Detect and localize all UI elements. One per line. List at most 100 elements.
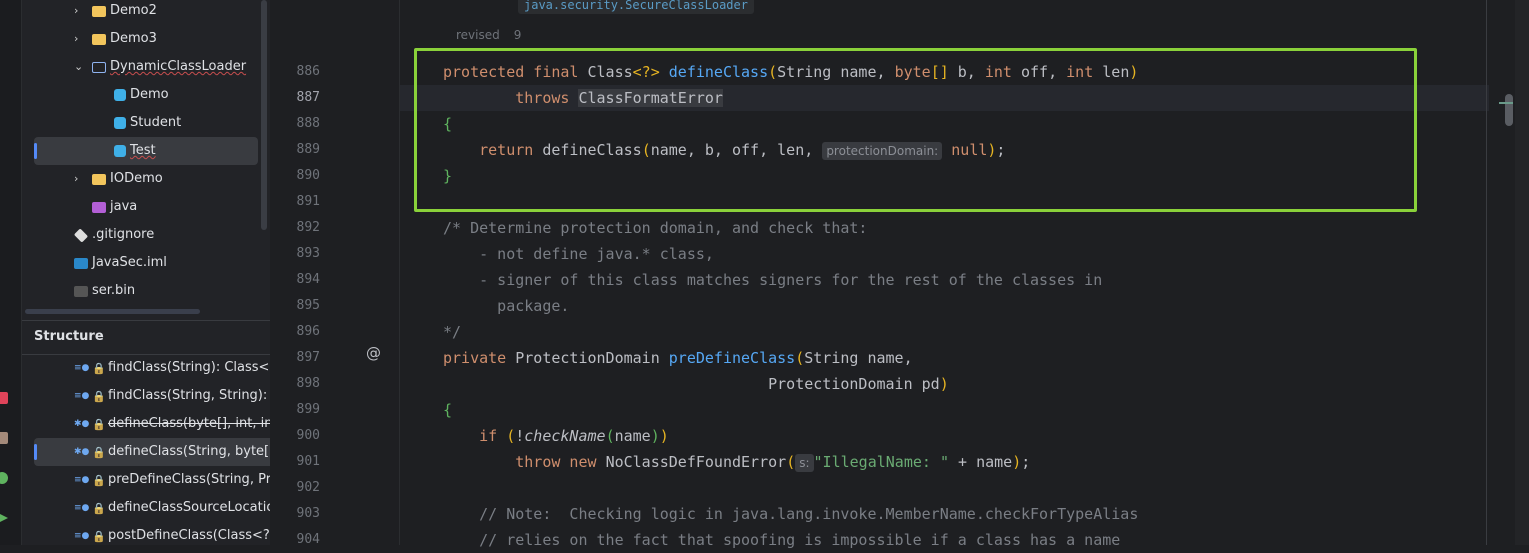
structure-item-label: defineClassSourceLocation(ProtectionDoma… [108, 500, 270, 515]
tree-item[interactable]: Demo [34, 81, 258, 109]
code-line[interactable]: protected final Class<?> defineClass(Str… [443, 59, 1138, 85]
git-file-icon [73, 228, 89, 243]
structure-item[interactable]: ≡● 🔒 findClass(String): Class<?> [34, 354, 270, 382]
code-token: int [1066, 63, 1094, 81]
code-token: ) [659, 427, 669, 445]
code-token: String name, [804, 349, 913, 367]
code-line[interactable]: private ProtectionDomain preDefineClass(… [443, 345, 913, 371]
code-token: off, [1011, 63, 1067, 81]
tree-item[interactable]: ser.bin [34, 277, 258, 305]
code-token: ( [786, 453, 796, 471]
chevron-down-icon[interactable]: ⌄ [74, 53, 83, 81]
code-line[interactable]: throw new NoClassDefFoundError(s: "Illega… [443, 449, 1030, 475]
annotation-gutter-icon[interactable]: @ [366, 344, 381, 362]
package-icon [92, 62, 106, 73]
chevron-right-icon[interactable]: › [74, 165, 78, 193]
line-number: 887 [296, 90, 320, 105]
chevron-right-icon[interactable]: › [74, 0, 78, 25]
code-token: // Note: Checking logic in java.lang.inv… [443, 505, 1139, 523]
code-line[interactable]: */ [443, 319, 461, 345]
editor-scrollbar-track[interactable] [1515, 0, 1529, 545]
code-token: byte [894, 63, 931, 81]
tool-window-strip [0, 0, 22, 545]
tree-item[interactable]: › Demo3 [34, 25, 258, 53]
tree-item[interactable]: ⌄ DynamicClassLoader [34, 53, 258, 81]
code-token: ProtectionDomain [515, 349, 669, 367]
code-line[interactable]: package. [443, 293, 569, 319]
line-number: 890 [296, 168, 320, 183]
code-token: ) [650, 427, 660, 445]
class-icon [114, 117, 126, 129]
tree-item[interactable]: .gitignore [34, 221, 258, 249]
code-token: } [443, 167, 453, 185]
chevron-right-icon[interactable]: › [74, 25, 78, 53]
line-number: 900 [296, 428, 320, 443]
project-tree-scrollbar[interactable] [261, 0, 267, 230]
structure-item[interactable]: ≡●🔒postDefineClass(Class<?>, ProtectionD… [34, 522, 270, 550]
code-token: ) [939, 375, 949, 393]
code-token: Class [587, 63, 633, 81]
line-number: 892 [296, 220, 320, 235]
editor-scrollbar-thumb[interactable] [1505, 94, 1513, 126]
tree-item[interactable]: Student [34, 109, 258, 137]
code-line[interactable]: // Note: Checking logic in java.lang.inv… [443, 501, 1138, 527]
code-editor[interactable]: 886 887 888 889 890 891 892 893 894 895 896 897 898 8… [270, 0, 1529, 549]
line-number: 893 [296, 246, 320, 261]
tree-item-label: .gitignore [92, 227, 155, 242]
structure-panel: Structure ≡● 🔒 findClass(String): Class<?>… [22, 320, 270, 545]
structure-item[interactable]: ≡●🔒findClass(String, String): Class<?> [34, 382, 270, 410]
line-number: 896 [296, 324, 320, 339]
tree-item[interactable]: Test [34, 137, 258, 165]
code-line[interactable]: { [443, 397, 452, 423]
class-icon [114, 89, 126, 101]
code-line[interactable]: } [443, 163, 452, 189]
structure-item-label: findClass(String, String): Class<?> [108, 388, 270, 403]
tree-item[interactable]: JavaSec.iml [34, 249, 258, 277]
code-token: // relies on the fact that spoofing is i… [443, 531, 1121, 549]
method-icon: ≡● [74, 363, 90, 373]
structure-item[interactable]: ✱●🔒defineClass(String, byte[], int, int)… [34, 438, 270, 466]
tree-item[interactable]: › IODemo [34, 165, 258, 193]
code-line[interactable]: - signer of this class matches signers f… [443, 267, 1102, 293]
code-token: + name [948, 453, 1013, 471]
run-icon[interactable] [0, 512, 8, 524]
code-line[interactable]: - not define java.* class, [443, 241, 714, 267]
code-line[interactable]: ProtectionDomain pd) [443, 371, 949, 397]
code-line[interactable]: if (!checkName(name)) [443, 423, 669, 449]
structure-item[interactable]: ≡●🔒defineClassSourceLocation(ProtectionD… [34, 494, 270, 522]
code-token: String name, [777, 63, 895, 81]
tree-item-label: Test [130, 143, 156, 158]
tree-item[interactable]: java [34, 193, 258, 221]
doc-tooltip: java.security.SecureClassLoader [518, 0, 754, 14]
code-token: /* Determine protection domain, and chec… [443, 219, 868, 237]
code-token: ClassFormatError [578, 89, 723, 107]
scroll-marker [1499, 102, 1513, 104]
gear-icon[interactable] [0, 472, 8, 484]
tree-item-label: Demo [130, 87, 169, 102]
code-line[interactable]: { [443, 111, 452, 137]
code-line[interactable]: /* Determine protection domain, and chec… [443, 215, 867, 241]
project-tree-hscrollbar[interactable] [25, 309, 200, 314]
structure-item[interactable]: ✱●🔒defineClass(byte[], int, int): Class<… [34, 410, 270, 438]
code-line[interactable]: throws ClassFormatError [443, 85, 723, 111]
code-token: NoClassDefFoundError [605, 453, 787, 471]
tree-item[interactable]: › Demo2 [34, 0, 258, 25]
right-margin-guide [1486, 0, 1487, 545]
code-token: null [942, 141, 988, 159]
code-line[interactable]: return defineClass(name, b, off, len, pr… [443, 137, 1005, 163]
code-token: throw new [515, 453, 606, 471]
code-token: defineClass [668, 63, 769, 81]
structure-item[interactable]: ≡●🔒preDefineClass(String, ProtectionDoma… [34, 466, 270, 494]
code-line[interactable]: // relies on the fact that spoofing is i… [443, 527, 1120, 553]
debug-icon[interactable] [0, 392, 8, 404]
iml-file-icon [74, 258, 88, 269]
services-icon[interactable] [0, 432, 8, 444]
code-token: ( [605, 427, 615, 445]
revised-info: revised 9 [456, 28, 521, 42]
code-token: throws [515, 89, 579, 107]
line-number: 886 [296, 64, 320, 79]
code-token: private [443, 349, 516, 367]
line-number: 888 [296, 116, 320, 131]
